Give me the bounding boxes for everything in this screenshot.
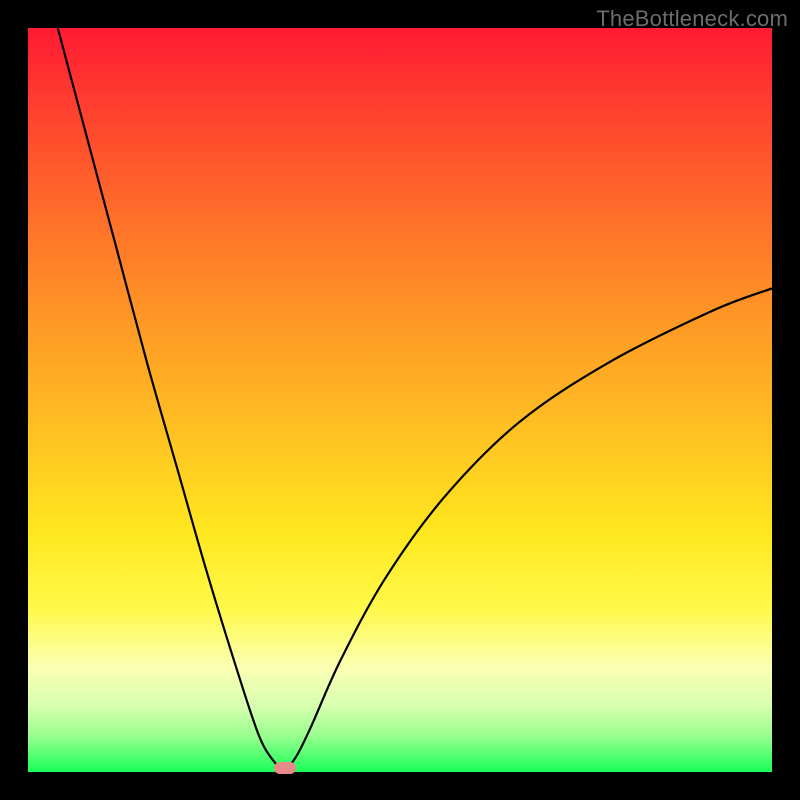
curve-layer [28,28,772,772]
minimum-marker [274,762,296,774]
watermark-text: TheBottleneck.com [596,6,788,32]
bottleneck-curve [58,28,772,768]
plot-area [28,28,772,772]
chart-frame: TheBottleneck.com [0,0,800,800]
